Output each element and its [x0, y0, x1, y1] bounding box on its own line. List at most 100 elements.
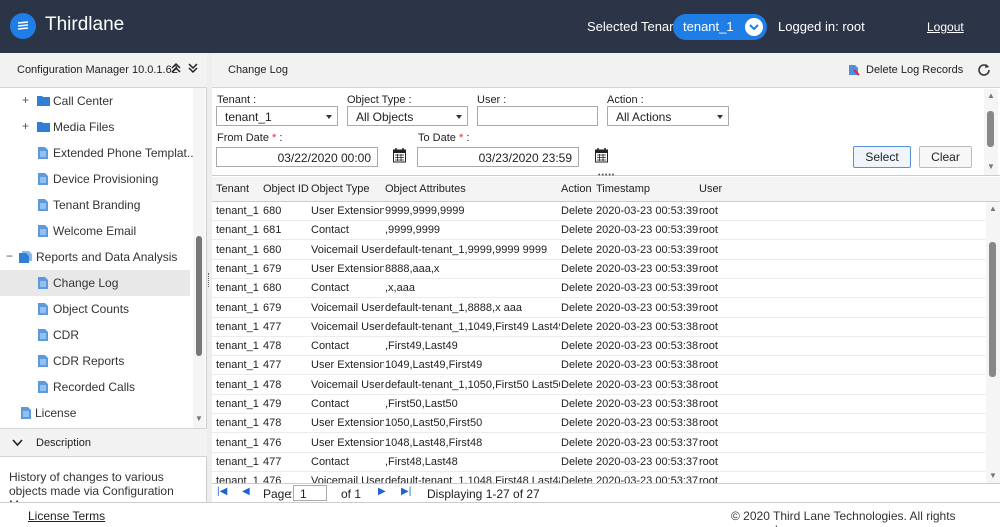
column-header-object-id[interactable]: Object ID [263, 183, 309, 195]
expand-all-icon[interactable] [187, 62, 199, 77]
sidebar-item-tenant-branding[interactable]: Tenant Branding [0, 192, 190, 218]
table-row[interactable]: tenant_1 478 User Extension 1050,Last50,Fir… [212, 414, 986, 434]
calendar-icon[interactable] [595, 148, 608, 166]
splitter-grip[interactable] [208, 273, 211, 287]
cell-object-type: Voicemail User [311, 301, 384, 314]
cell-timestamp: 2020-03-23 00:53:39 [596, 224, 698, 237]
scrollbar-thumb[interactable] [196, 236, 202, 356]
table-row[interactable]: tenant_1 478 Contact ,First49,Last49 Delete 2… [212, 337, 986, 357]
column-header-timestamp[interactable]: Timestamp [596, 183, 650, 195]
displaying-count: Displaying 1-27 of 27 [427, 487, 540, 501]
object-type-filter-select[interactable]: All Objects [347, 106, 468, 126]
cell-user: root [699, 398, 718, 410]
delete-log-records-button[interactable]: Delete Log Records [866, 64, 963, 76]
table-row[interactable]: tenant_1 477 User Extension 1049,Last49,Fir… [212, 356, 986, 376]
scroll-up-icon[interactable]: ▲ [989, 204, 997, 213]
select-button[interactable]: Select [853, 146, 911, 168]
table-row[interactable]: tenant_1 476 Voicemail User default-tenant_… [212, 472, 986, 483]
cell-object-id: 477 [263, 320, 282, 333]
sidebar-item-call-center[interactable]: + Call Center [0, 88, 190, 114]
table-row[interactable]: tenant_1 680 User Extension 9999,9999,9999 D… [212, 202, 986, 221]
sidebar-item-label: Recorded Calls [53, 380, 136, 394]
table-row[interactable]: tenant_1 680 Voicemail User default-tenant_… [212, 241, 986, 260]
collapse-all-icon[interactable] [170, 62, 182, 77]
table-row[interactable]: tenant_1 680 Contact ,x,aaa Delete 2020-03-23… [212, 279, 986, 299]
caret-down-icon [326, 115, 332, 119]
sidebar-item-welcome-email[interactable]: Welcome Email [0, 218, 190, 244]
clear-button[interactable]: Clear [919, 146, 972, 168]
description-header[interactable]: Description [0, 428, 207, 457]
column-header-user[interactable]: User [699, 183, 722, 195]
sidebar-item-media-files[interactable]: + Media Files [0, 114, 190, 140]
table-row[interactable]: tenant_1 478 Voicemail User default-tenant_… [212, 376, 986, 395]
collapse-icon[interactable]: − [6, 249, 13, 263]
filter-form: Tenant : tenant_1 Object Type : All Obje… [212, 88, 1000, 176]
sidebar-item-cdr[interactable]: CDR [0, 322, 190, 348]
scroll-down-icon[interactable]: ▼ [987, 162, 995, 171]
scroll-down-icon[interactable]: ▼ [195, 414, 203, 423]
action-filter-select[interactable]: All Actions [607, 106, 729, 126]
refresh-icon[interactable] [977, 62, 991, 79]
sidebar-item-license[interactable]: License [0, 400, 190, 426]
from-date-input[interactable]: 03/22/2020 00:00 [216, 147, 378, 167]
cell-timestamp: 2020-03-23 00:53:38 [596, 398, 698, 410]
chevron-down-icon[interactable] [12, 436, 23, 450]
cell-tenant: tenant_1 [216, 417, 259, 430]
user-filter-input[interactable] [477, 106, 598, 126]
cell-object-id: 478 [263, 378, 282, 391]
page-number-input[interactable]: 1 [293, 485, 327, 501]
cell-tenant: tenant_1 [216, 359, 259, 372]
table-row[interactable]: tenant_1 479 Contact ,First50,Last50 Delete 2… [212, 395, 986, 414]
scrollbar-thumb[interactable] [989, 242, 996, 377]
object-type-filter-label: Object Type : [347, 94, 412, 106]
from-date-value: 03/22/2020 00:00 [277, 151, 371, 165]
first-page-icon[interactable]: |◀ [217, 486, 227, 497]
to-date-input[interactable]: 03/23/2020 23:59 [417, 147, 579, 167]
filter-scrollbar[interactable]: ▲ ▼ [984, 89, 998, 175]
scroll-down-icon[interactable]: ▼ [989, 471, 997, 480]
tenant-selector[interactable]: tenant_1 [673, 14, 767, 40]
table-row[interactable]: tenant_1 679 User Extension 8888,aaa,x Delet… [212, 260, 986, 279]
cell-object-id: 681 [263, 224, 282, 237]
scroll-up-icon[interactable]: ▲ [987, 91, 995, 100]
sidebar-item-reports-and-data-analysis[interactable]: − Reports and Data Analysis [0, 244, 190, 270]
table-row[interactable]: tenant_1 477 Contact ,First48,Last48 Delete 2… [212, 453, 986, 472]
sidebar-item-label: Call Center [53, 94, 114, 108]
previous-page-icon[interactable]: ◀ [242, 486, 250, 497]
calendar-icon[interactable] [393, 148, 406, 166]
expand-icon[interactable]: + [22, 119, 29, 133]
cell-object-attributes: default-tenant_1,1049,First49 Last49 [385, 320, 560, 333]
sidebar-item-extended-phone-templates[interactable]: Extended Phone Templat... [0, 140, 193, 166]
scrollbar-thumb[interactable] [987, 111, 994, 147]
column-header-action[interactable]: Action [561, 183, 592, 195]
logout-link[interactable]: Logout [927, 20, 964, 34]
sidebar-scrollbar[interactable]: ▼ [193, 88, 205, 428]
cell-user: root [699, 224, 718, 237]
cell-object-attributes: ,First48,Last48 [385, 455, 458, 468]
table-scrollbar[interactable]: ▲ ▼ [986, 202, 1000, 483]
column-header-tenant[interactable]: Tenant [216, 183, 249, 195]
table-body: tenant_1 680 User Extension 9999,9999,9999 D… [212, 202, 986, 483]
next-page-icon[interactable]: ▶ [378, 486, 386, 497]
sidebar-item-label: Device Provisioning [53, 172, 159, 186]
sidebar-item-label: Welcome Email [53, 224, 137, 238]
cell-object-type: Contact [311, 282, 349, 295]
table-row[interactable]: tenant_1 679 Voicemail User default-tenant_… [212, 299, 986, 318]
column-header-object-attributes[interactable]: Object Attributes [385, 183, 466, 195]
sidebar-item-device-provisioning[interactable]: Device Provisioning [0, 166, 190, 192]
table-row[interactable]: tenant_1 477 Voicemail User default-tenant_… [212, 318, 986, 337]
sidebar-item-object-counts[interactable]: Object Counts [0, 296, 190, 322]
sidebar-item-cdr-reports[interactable]: CDR Reports [0, 348, 190, 374]
delete-records-icon[interactable] [848, 64, 860, 79]
column-header-object-type[interactable]: Object Type [311, 183, 370, 195]
table-row[interactable]: tenant_1 681 Contact ,9999,9999 Delete 2020-0… [212, 221, 986, 241]
license-terms-link[interactable]: License Terms [28, 509, 105, 523]
table-row[interactable]: tenant_1 476 User Extension 1048,Last48,Fir… [212, 434, 986, 453]
label-colon: : [279, 132, 283, 144]
cell-object-attributes: 1050,Last50,First50 [385, 417, 483, 430]
expand-icon[interactable]: + [22, 93, 29, 107]
last-page-icon[interactable]: ▶| [401, 486, 411, 497]
sidebar-item-change-log[interactable]: Change Log [0, 270, 190, 296]
sidebar-item-recorded-calls[interactable]: Recorded Calls [0, 374, 190, 400]
tenant-filter-select[interactable]: tenant_1 [216, 106, 338, 126]
